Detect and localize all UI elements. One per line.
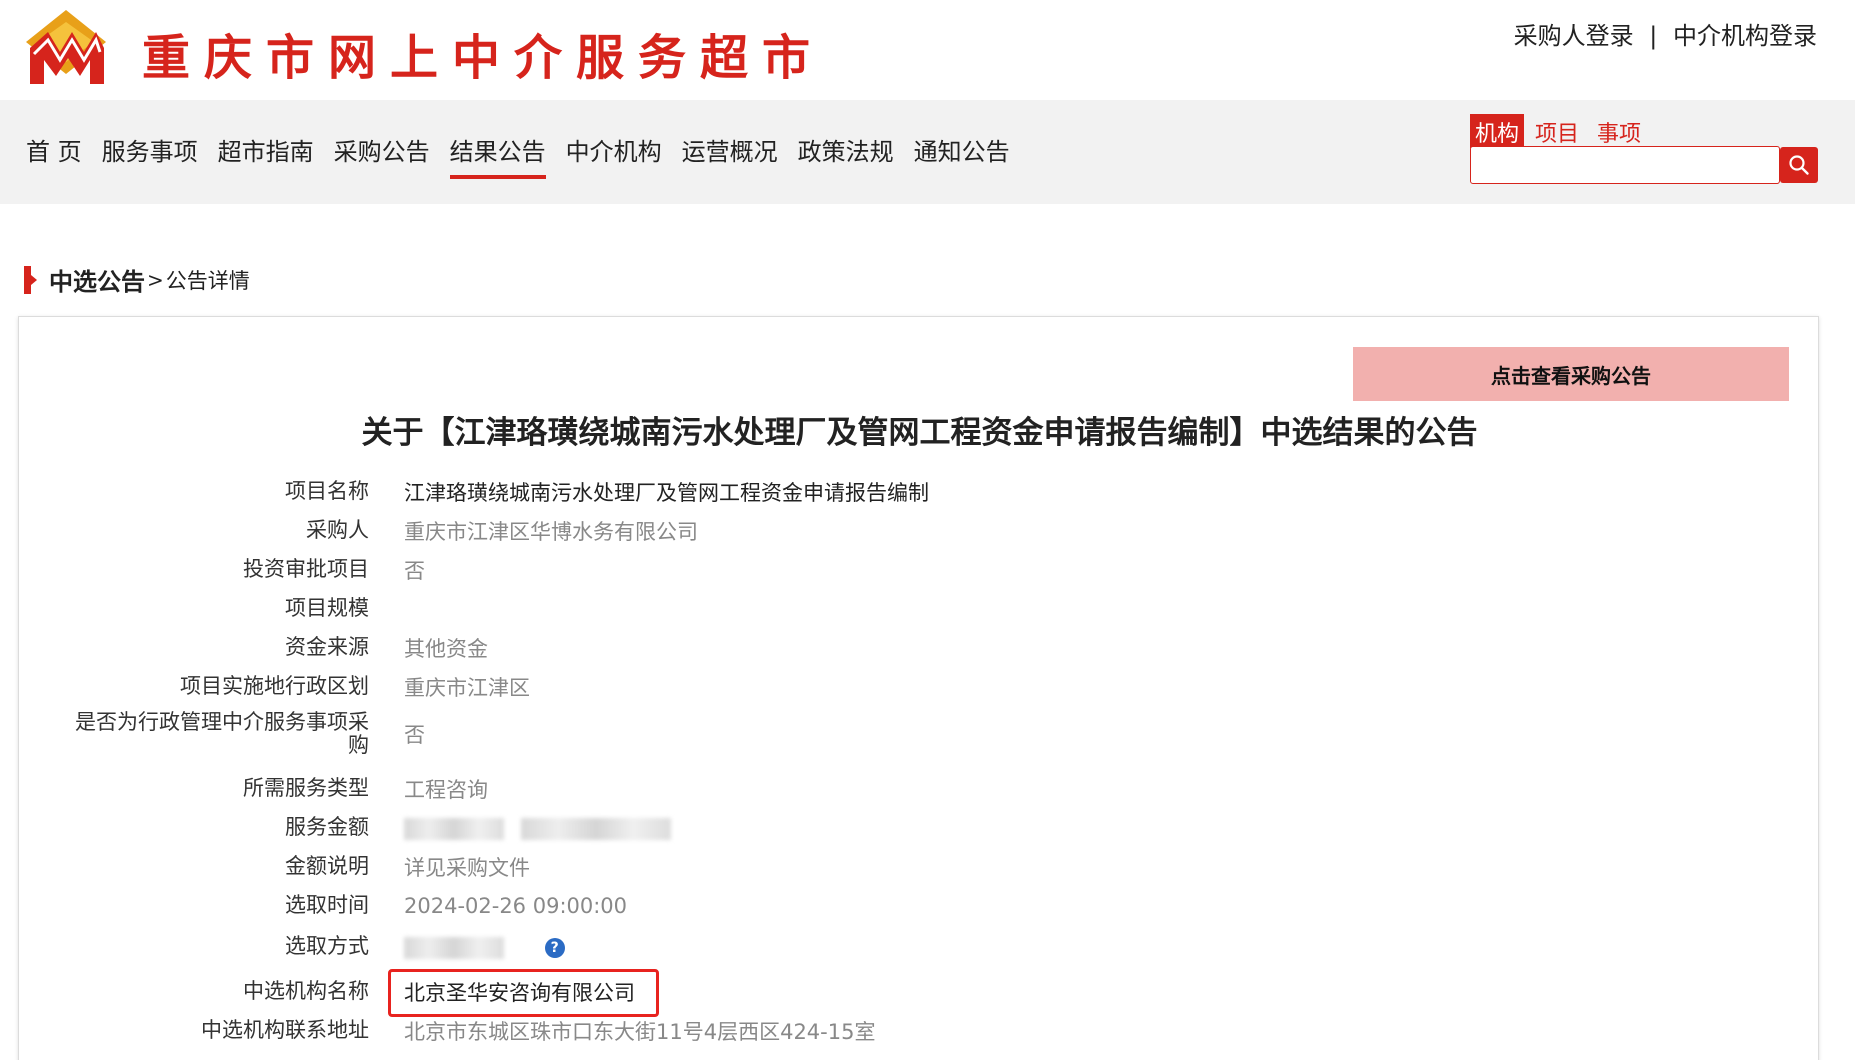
field-row-region: 项目实施地行政区划 重庆市江津区 xyxy=(19,670,530,704)
search-button[interactable] xyxy=(1780,147,1818,183)
field-value: 详见采购文件 xyxy=(404,856,530,880)
search-tab-agency[interactable]: 机构 xyxy=(1470,114,1525,148)
view-procurement-notice-button[interactable]: 点击查看采购公告 xyxy=(1353,347,1789,401)
logo-icon[interactable] xyxy=(24,8,108,88)
field-value: 其他资金 xyxy=(404,637,488,661)
field-row-selection-time: 选取时间 2024-02-26 09:00:00 xyxy=(19,889,627,923)
field-label: 投资审批项目 xyxy=(243,557,369,582)
field-value: 北京市东城区珠市口东大街11号4层西区424-15室 xyxy=(404,1020,876,1044)
field-label: 项目实施地行政区划 xyxy=(180,674,369,699)
help-icon[interactable]: ? xyxy=(544,938,565,958)
main-nav: 首 页 服务事项 超市指南 采购公告 结果公告 中介机构 运营概况 政策法规 通… xyxy=(26,132,1030,179)
top-header: 重庆市网上中介服务超市 采购人登录 | 中介机构登录 xyxy=(0,0,1855,100)
field-row-fund-source: 资金来源 其他资金 xyxy=(19,631,488,665)
field-label: 资金来源 xyxy=(285,635,369,660)
highlight-box xyxy=(388,969,659,1017)
field-row-buyer: 采购人 重庆市江津区华博水务有限公司 xyxy=(19,514,698,548)
breadcrumb: 中选公告 > 公告详情 xyxy=(24,262,250,297)
nav-item-services[interactable]: 服务事项 xyxy=(102,132,198,179)
field-value: ? xyxy=(404,935,565,959)
search-tab-project[interactable]: 项目 xyxy=(1530,114,1584,148)
field-label: 金额说明 xyxy=(285,854,369,879)
field-value: 工程咨询 xyxy=(404,778,488,802)
redacted-block xyxy=(520,818,671,840)
nav-item-announcements[interactable]: 通知公告 xyxy=(914,132,1010,179)
field-row-agency-address: 中选机构联系地址 北京市东城区珠市口东大街11号4层西区424-15室 xyxy=(19,1014,875,1048)
redacted-block xyxy=(404,937,504,959)
nav-item-guide[interactable]: 超市指南 xyxy=(218,132,314,179)
agency-login-link[interactable]: 中介机构登录 xyxy=(1673,22,1817,50)
field-row-selection-method: 选取方式 ? xyxy=(19,930,565,964)
nav-item-agencies[interactable]: 中介机构 xyxy=(566,132,662,179)
field-row-project-name: 项目名称 江津珞璜绕城南污水处理厂及管网工程资金申请报告编制 xyxy=(19,475,929,509)
nav-item-result-notices[interactable]: 结果公告 xyxy=(449,132,546,179)
field-value: 2024-02-26 09:00:00 xyxy=(404,894,628,918)
field-value: 重庆市江津区 xyxy=(404,676,530,700)
field-value: 否 xyxy=(404,723,425,747)
field-label: 是否为行政管理中介服务事项采购 xyxy=(75,709,369,757)
field-label: 采购人 xyxy=(306,518,369,543)
breadcrumb-marker xyxy=(24,265,37,294)
search-icon xyxy=(1789,155,1809,175)
field-row-service-amount: 服务金额 xyxy=(19,811,671,845)
field-row-service-type: 所需服务类型 工程咨询 xyxy=(19,772,488,806)
field-value: 江津珞璜绕城南污水处理厂及管网工程资金申请报告编制 xyxy=(404,481,929,505)
field-row-admin-service: 是否为行政管理中介服务事项采购 否 xyxy=(19,709,425,757)
field-label: 选取方式 xyxy=(285,934,369,959)
breadcrumb-separator: > xyxy=(147,267,164,292)
field-value xyxy=(404,816,671,840)
buyer-login-link[interactable]: 采购人登录 xyxy=(1514,22,1634,50)
nav-item-home[interactable]: 首 页 xyxy=(26,132,82,179)
field-label: 中选机构名称 xyxy=(243,979,369,1004)
field-row-project-scale: 项目规模 xyxy=(19,592,369,626)
search-tabs: 机构 项目 事项 xyxy=(1470,114,1654,148)
field-row-selected-agency: 中选机构名称 北京圣华安咨询有限公司 xyxy=(19,975,635,1009)
field-row-amount-note: 金额说明 详见采购文件 xyxy=(19,850,530,884)
field-value: 重庆市江津区华博水务有限公司 xyxy=(404,520,698,544)
field-label: 中选机构联系地址 xyxy=(201,1018,369,1043)
field-value: 否 xyxy=(404,559,425,583)
notice-title: 关于【江津珞璜绕城南污水处理厂及管网工程资金申请报告编制】中选结果的公告 xyxy=(361,415,1478,451)
field-label: 选取时间 xyxy=(285,893,369,918)
field-row-investment-approval: 投资审批项目 否 xyxy=(19,553,425,587)
field-label: 服务金额 xyxy=(285,815,369,840)
field-label: 项目规模 xyxy=(285,596,369,621)
field-label: 所需服务类型 xyxy=(243,776,369,801)
field-label: 项目名称 xyxy=(285,479,369,504)
search-tab-matter[interactable]: 事项 xyxy=(1592,114,1646,148)
login-links: 采购人登录 | 中介机构登录 xyxy=(1514,16,1817,51)
search-input[interactable] xyxy=(1470,146,1780,184)
login-separator: | xyxy=(1649,22,1658,50)
site-title: 重庆市网上中介服务超市 xyxy=(142,30,825,86)
breadcrumb-main[interactable]: 中选公告 xyxy=(49,262,145,297)
nav-item-procurement-notices[interactable]: 采购公告 xyxy=(334,132,430,179)
notice-card: 点击查看采购公告 关于【江津珞璜绕城南污水处理厂及管网工程资金申请报告编制】中选… xyxy=(18,316,1819,1060)
redacted-block xyxy=(404,818,504,840)
breadcrumb-current: 公告详情 xyxy=(165,268,250,293)
nav-item-policies[interactable]: 政策法规 xyxy=(798,132,894,179)
nav-item-operations[interactable]: 运营概况 xyxy=(682,132,778,179)
